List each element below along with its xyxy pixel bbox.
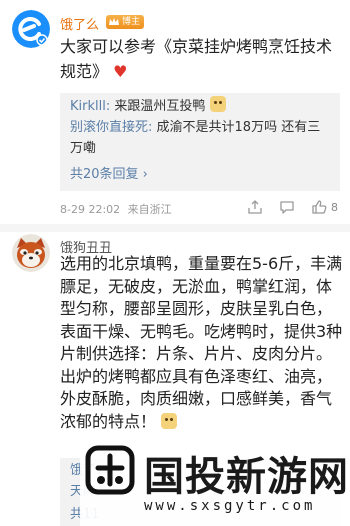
reply-preview-box[interactable]: Kirklll: 来跟温州互投鸭 别滚你直接死: 成渝不是共计18万吗 还有三万… <box>60 93 340 191</box>
comment-text-line: 片制供选择：片条、片片、皮肉分片。 <box>60 344 333 363</box>
watermark-title: 国投新游网 <box>144 454 349 500</box>
blogger-badge: 博主 <box>106 15 145 29</box>
like-count: 8 <box>331 200 338 214</box>
more-replies-link[interactable]: 共20条回复 › <box>70 163 148 182</box>
comment-text-line: 规范》 ♥ <box>60 59 332 84</box>
comment-text-line: 型匀称，腰部呈圆形，皮肤呈乳白色， <box>60 299 333 318</box>
comment-card-1: 饿了么 博主 大家可以参考《京菜挂炉烤鸭烹饪技术 规范》 ♥ Kirklll: … <box>0 0 350 228</box>
comment-time: 8-29 22:02 <box>60 203 121 216</box>
comment-location: 来自浙江 <box>127 203 172 216</box>
comment-text-line: 选用的北京填鸭，重量要在5-6斤，丰满 <box>60 254 343 273</box>
comment-text-line: 膘足，无破皮，无淤血，鸭掌红润，体 <box>60 276 333 296</box>
comment-actions: 8 <box>246 198 338 216</box>
site-logo-icon <box>85 445 135 495</box>
smiley-emoji-icon <box>161 412 178 429</box>
like-button[interactable]: 8 <box>310 198 338 216</box>
comment-text-line-8: 浓郁的特点！ <box>60 411 157 431</box>
watermark-url: www.sxsgytr.com <box>144 498 316 514</box>
comment-text: 大家可以参考《京菜挂炉烤鸭烹饪技术 规范》 ♥ <box>60 34 332 84</box>
reply-user[interactable]: 别滚你直接死: <box>70 120 152 135</box>
share-icon[interactable] <box>246 198 264 216</box>
smiley-emoji-icon <box>209 96 226 112</box>
reply-item[interactable]: Kirklll: 来跟温州互投鸭 <box>70 96 332 117</box>
comment-text-line: 大家可以参考《京菜挂炉烤鸭烹饪技术 <box>60 37 333 56</box>
thumbs-up-icon <box>312 200 327 214</box>
site-watermark: 国投新游网 www.sxsgytr.com <box>80 436 350 526</box>
heart-emoji: ♥ <box>113 62 128 81</box>
badge-label: 博主 <box>122 17 141 27</box>
comment-text-line: 浓郁的特点！ <box>60 411 342 434</box>
reply-text: 来跟温州互投鸭 <box>110 99 206 114</box>
comment-text: 选用的北京填鸭，重量要在5-6斤，丰满 膘足，无破皮，无淤血，鸭掌红润，体 型匀… <box>60 253 342 433</box>
comment-text-line-2: 规范》 <box>60 62 109 81</box>
reply-item[interactable]: 别滚你直接死: 成渝不是共计18万吗 还有三万嘞 <box>70 117 332 159</box>
section-divider <box>0 224 350 232</box>
eleme-logo-avatar[interactable] <box>12 10 50 48</box>
comment-text-line: 表面干燥、无鸭毛。吃烤鸭时，提供3种 <box>60 321 343 341</box>
author-name[interactable]: 饿了么 <box>60 14 99 33</box>
comment-text-line: 外皮酥脆，肉质细嫩，口感鲜美，香气 <box>60 389 333 408</box>
comment-meta: 8-29 22:02 来自浙江 <box>60 201 172 217</box>
crown-icon <box>109 18 119 25</box>
red-panda-avatar[interactable] <box>12 234 50 272</box>
comment-text-line: 出炉的烤鸭都应具有色泽枣红、油亮， <box>60 366 333 386</box>
comment-icon[interactable] <box>278 198 296 216</box>
reply-user[interactable]: Kirklll: <box>70 99 110 114</box>
